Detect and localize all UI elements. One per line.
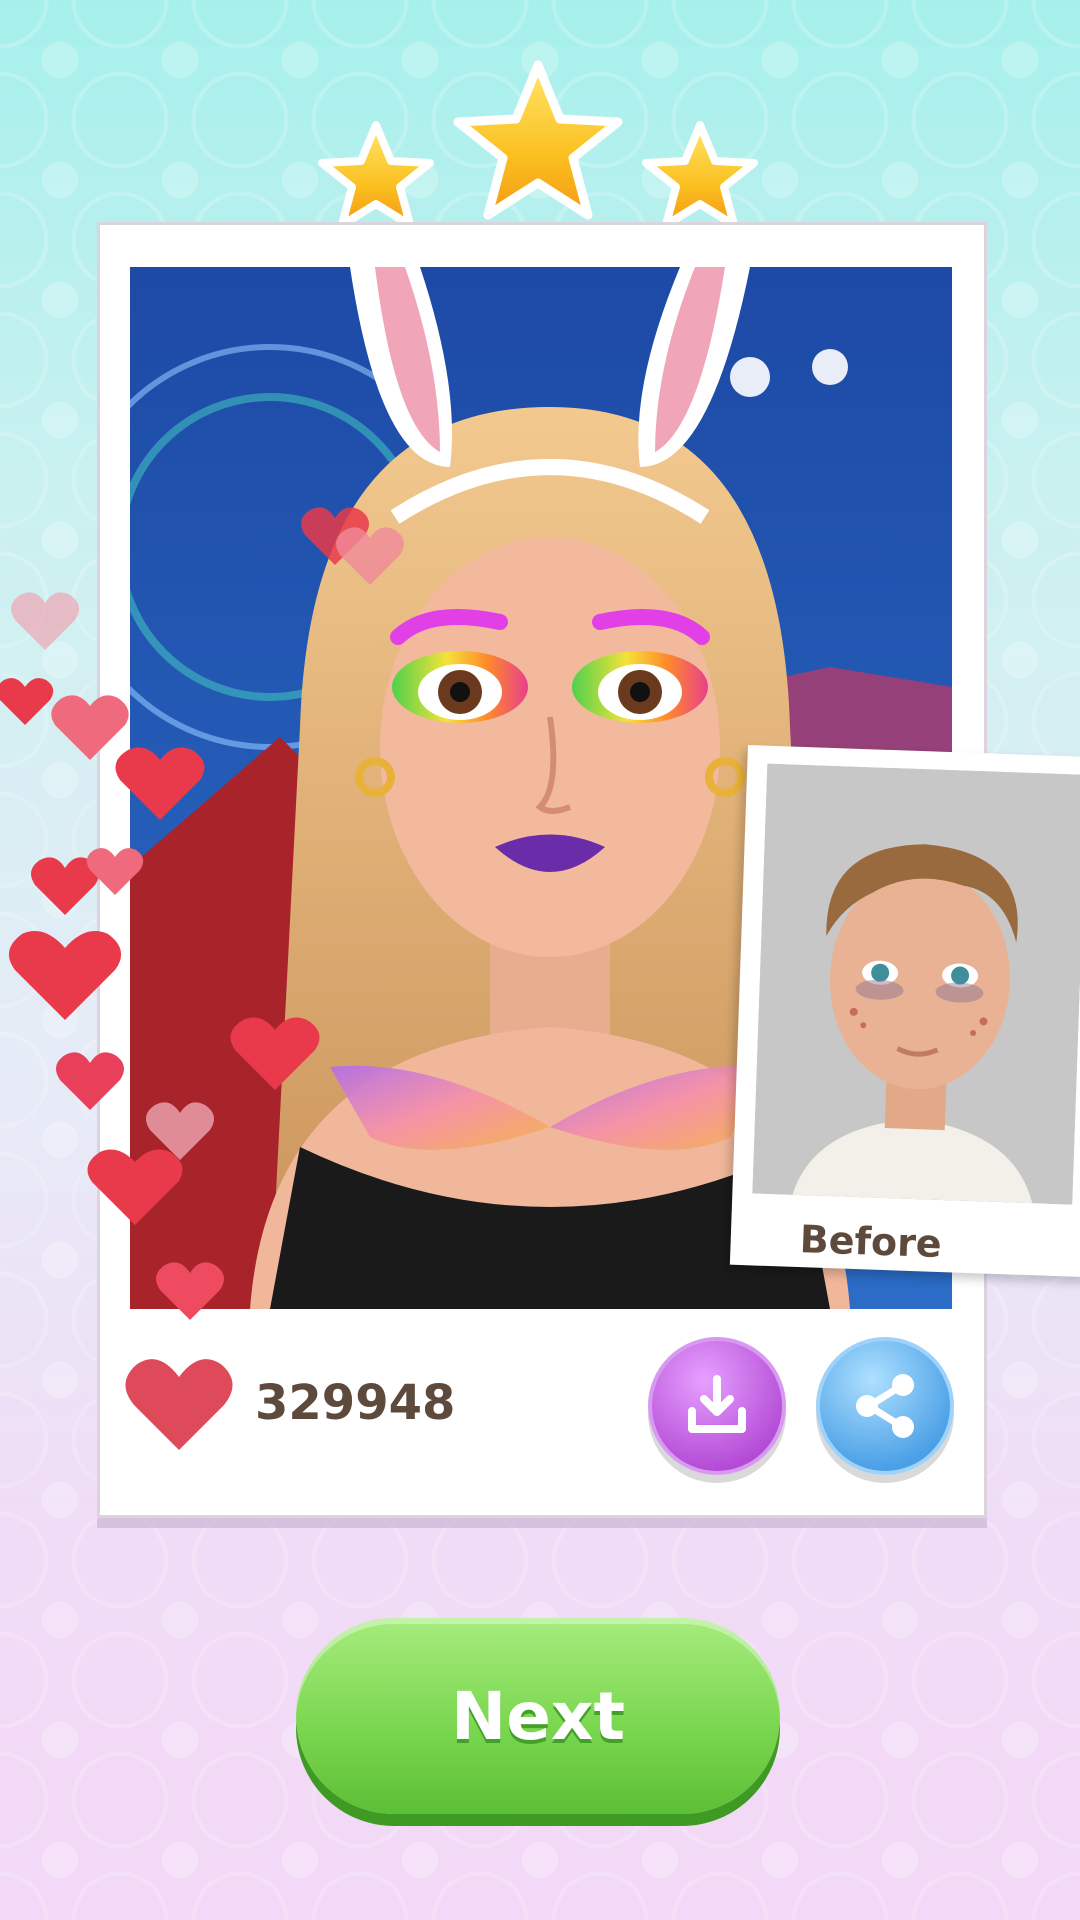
- star-icon: [642, 121, 758, 229]
- before-card[interactable]: Before: [729, 745, 1080, 1278]
- before-character-illustration: [752, 763, 1080, 1205]
- next-button[interactable]: Next: [296, 1618, 780, 1814]
- download-button[interactable]: [648, 1337, 786, 1475]
- star-icon: [318, 121, 434, 229]
- share-button[interactable]: [816, 1337, 954, 1475]
- star-icon: [453, 60, 623, 220]
- download-icon: [688, 1375, 746, 1433]
- next-button-label: Next: [450, 1677, 626, 1755]
- share-icon: [856, 1374, 914, 1438]
- before-label: Before: [799, 1217, 943, 1267]
- before-photo: [752, 763, 1080, 1205]
- heart-icon: [125, 1359, 233, 1450]
- likes-count: 329948: [255, 1375, 456, 1431]
- result-screen: 329948 Before Next: [0, 0, 1080, 1920]
